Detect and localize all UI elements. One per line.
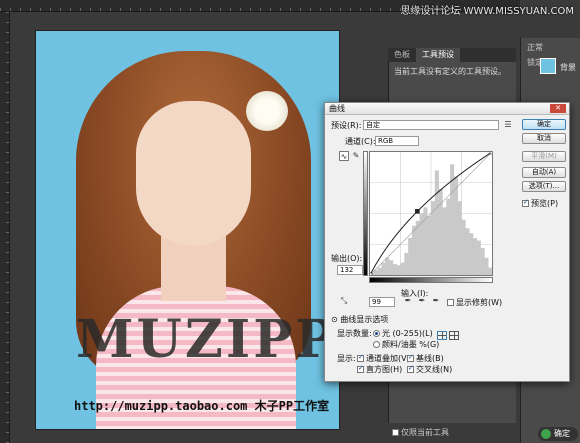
dialog-title: 曲线 xyxy=(329,104,345,113)
black-eyedropper-icon[interactable]: ✒ xyxy=(403,296,413,306)
tab-tool-presets[interactable]: 工具预设 xyxy=(416,48,460,62)
channel-overlays-checkbox[interactable] xyxy=(357,353,364,362)
light-radio[interactable] xyxy=(373,330,380,337)
baseline-checkbox[interactable] xyxy=(407,353,414,362)
preview-option[interactable]: 预览(P) xyxy=(522,198,558,209)
options-button[interactable]: 选项(T)... xyxy=(522,181,566,192)
baseline-option[interactable]: 基线(B) xyxy=(407,353,444,364)
histogram-option[interactable]: 直方图(H) xyxy=(357,364,402,375)
input-field[interactable]: 99 xyxy=(369,297,395,307)
brand-url: http://muzipp.taobao.com 木子PP工作室 xyxy=(74,399,330,413)
photo-face xyxy=(136,101,251,246)
target-adjust-icon[interactable]: ⤡ xyxy=(339,296,349,306)
histogram-bar xyxy=(476,240,481,275)
curve-control-point xyxy=(367,272,373,278)
show-clipping-checkbox[interactable] xyxy=(447,299,454,306)
current-tool-only-toggle[interactable]: 仅限当前工具 xyxy=(388,423,516,443)
close-icon[interactable]: ✕ xyxy=(550,104,566,113)
pencil-icon[interactable]: ✎ xyxy=(351,151,361,161)
preset-options-icon[interactable]: ☰ xyxy=(503,120,513,130)
auto-button[interactable]: 自动(A) xyxy=(522,167,566,178)
curves-graph[interactable] xyxy=(367,149,495,278)
tool-presets-message: 当前工具没有定义的工具预设。 xyxy=(394,67,506,76)
curves-chart[interactable] xyxy=(367,149,495,278)
show-clipping-option[interactable]: 显示修剪(W) xyxy=(447,297,502,308)
histogram-bar xyxy=(396,265,401,275)
brand-logo: MUZIPP xyxy=(76,309,338,370)
histogram-bar xyxy=(427,215,432,275)
preset-label: 预设(R): xyxy=(331,121,362,130)
histogram-bar xyxy=(453,176,458,275)
pigment-option[interactable]: 颜料/油墨 %(G) xyxy=(373,339,439,350)
channel-overlays-option[interactable]: 通道叠加(V) xyxy=(357,353,410,364)
histogram-bar xyxy=(480,247,485,275)
show-amount-label: 显示数量: xyxy=(337,329,372,338)
histogram-bar xyxy=(408,238,413,275)
current-tool-only-checkbox[interactable] xyxy=(392,429,399,436)
output-label: 输出(O): xyxy=(331,254,363,263)
histogram-bar xyxy=(377,267,382,275)
histogram-bar xyxy=(469,233,474,275)
input-gradient xyxy=(369,277,493,283)
white-eyedropper-icon[interactable]: ✒ xyxy=(431,296,441,306)
preview-checkbox[interactable] xyxy=(522,198,529,207)
channel-select[interactable]: RGB xyxy=(375,136,419,146)
photo-flower xyxy=(246,91,288,131)
layer-thumbnail[interactable] xyxy=(540,58,556,74)
histogram-bar xyxy=(472,238,478,275)
histogram-bar xyxy=(438,188,443,275)
detailed-grid-icon[interactable] xyxy=(449,331,459,340)
histogram-bar xyxy=(385,257,390,275)
histogram-bar xyxy=(392,263,397,275)
layer-name[interactable]: 背景 xyxy=(560,62,576,73)
histogram-bar xyxy=(461,219,466,275)
channel-label: 通道(C): xyxy=(345,137,376,146)
histogram-bar xyxy=(431,201,436,275)
histogram-bar xyxy=(434,170,439,275)
intersection-option[interactable]: 交叉线(N) xyxy=(407,364,452,375)
histogram-bar xyxy=(404,252,409,275)
tool-presets-tabs: 色板 工具预设 xyxy=(388,48,516,62)
histogram-bar xyxy=(446,198,451,275)
smooth-button[interactable]: 平滑(M) xyxy=(522,151,566,162)
dialog-titlebar[interactable]: 曲线 ✕ xyxy=(325,103,569,115)
histogram-checkbox[interactable] xyxy=(357,364,364,373)
chevron-down-icon: ⊙ xyxy=(331,315,338,324)
curve-control-point xyxy=(489,149,495,155)
intersection-checkbox[interactable] xyxy=(407,364,414,373)
output-gradient xyxy=(363,151,368,276)
curves-dialog: 曲线 ✕ 预设(R): 自定 ☰ 通道(C): RGB ∿ ✎ 输出(O): 1… xyxy=(324,102,570,382)
watermark: 思缘设计论坛 WWW.MISSYUAN.COM xyxy=(400,6,574,17)
histogram-bar xyxy=(465,228,470,275)
display-options-toggle[interactable]: ⊙ 曲线显示选项 xyxy=(331,314,388,325)
ok-button[interactable]: 确定 xyxy=(522,119,566,130)
pigment-radio[interactable] xyxy=(373,341,380,348)
show-label: 显示: xyxy=(337,354,356,363)
simple-grid-icon[interactable] xyxy=(437,331,447,340)
histogram-bar xyxy=(488,267,493,275)
preset-select[interactable]: 自定 xyxy=(363,120,499,130)
cancel-button[interactable]: 取消 xyxy=(522,133,566,144)
left-ruler xyxy=(0,12,10,443)
histogram-bar xyxy=(381,262,386,275)
curve-point-tool-icon[interactable]: ∿ xyxy=(339,151,349,161)
document-canvas[interactable]: MUZIPP http://muzipp.taobao.com 木子PP工作室 xyxy=(35,30,340,430)
tab-swatches[interactable]: 色板 xyxy=(388,48,416,62)
histogram-bar xyxy=(442,207,447,275)
histogram-bar xyxy=(411,225,417,275)
histogram-bar xyxy=(484,257,489,275)
curve-control-point xyxy=(415,209,420,214)
light-option[interactable]: 光 (0-255)(L) xyxy=(373,328,433,339)
status-badge: 确定 xyxy=(538,427,578,441)
output-field[interactable]: 132 xyxy=(337,265,363,275)
gray-eyedropper-icon[interactable]: ✒ xyxy=(417,296,427,306)
blend-mode[interactable]: 正常 xyxy=(521,38,580,57)
histogram-bar xyxy=(389,260,394,275)
histogram-bar xyxy=(415,220,420,275)
histogram-bar xyxy=(457,201,462,275)
histogram-bar xyxy=(400,262,405,275)
